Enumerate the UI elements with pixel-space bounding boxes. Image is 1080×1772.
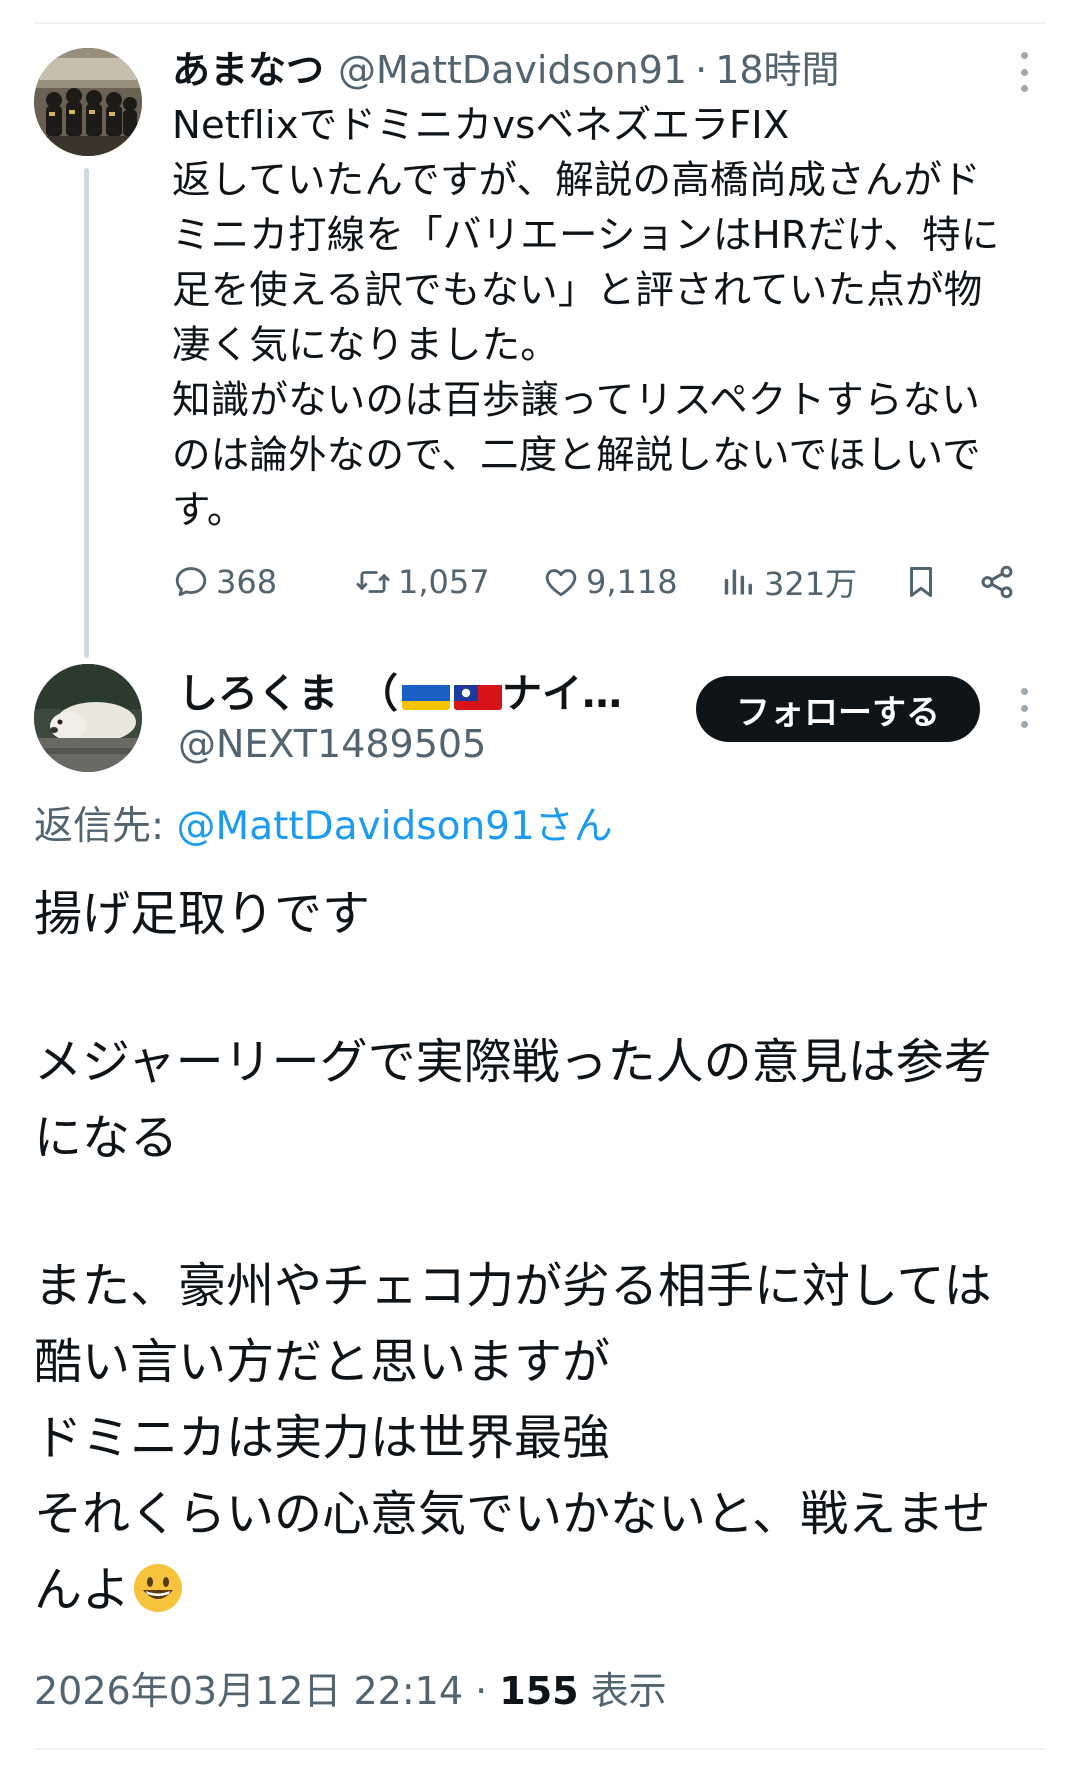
tweet2-body-line: 揚げ足取りです xyxy=(34,886,371,942)
like-button[interactable]: 9,118 xyxy=(542,560,678,604)
tweet2-avatar[interactable] xyxy=(34,664,142,772)
tweet2-handle[interactable]: @NEXT1489505 xyxy=(178,720,486,768)
meta-separator: · xyxy=(463,1669,500,1713)
taiwan-flag-icon xyxy=(454,678,502,710)
tweet2-timestamp[interactable]: 2026年03月12日 22:14 xyxy=(34,1669,463,1713)
tweet2-views-label: 表示 xyxy=(578,1669,667,1713)
reply-icon xyxy=(175,567,207,597)
tweet2-body-line: また、豪州やチェコ力が劣る相手に対しては xyxy=(34,1258,992,1314)
bookmark-button[interactable] xyxy=(902,560,946,604)
tweet1-avatar-image xyxy=(34,48,142,156)
retweet-count: 1,057 xyxy=(398,563,490,601)
reply-to-handle-link[interactable]: @MattDavidson91さん xyxy=(177,804,613,849)
tweet1-header-separator: · xyxy=(695,48,708,92)
tweet2-display-name[interactable]: しろくま （ ナイ… xyxy=(178,668,622,720)
tweet2-display-name-suffix: ナイ… xyxy=(502,671,622,717)
tweet1-body-line: 足を使える訳でもない」と評されていた点が物 xyxy=(172,268,983,313)
tweet1-body-line: 知識がないのは百歩譲ってリスペクトすらない xyxy=(172,378,981,423)
tweet1-body-line: NetflixでドミニカvsベネズエラFIX xyxy=(172,103,790,148)
tweet2-body-line: メジャーリーグで実際戦った人の意見は参考 xyxy=(34,1034,992,1090)
tweet1-body-line: 凄く気になりました。 xyxy=(172,323,560,368)
tweet1-body-line: のは論外なので、二度と解説しないでほしいで xyxy=(172,433,981,478)
tweet2-blank-line xyxy=(34,952,1054,1024)
tweet2-body-line: 酷い言い方だと思いますが xyxy=(34,1334,611,1390)
tweet2-body-line-text: んよ xyxy=(34,1562,131,1618)
more-vertical-icon[interactable] xyxy=(1018,52,1030,92)
tweet1-body-line: す。 xyxy=(172,488,246,533)
view-count: 321万 xyxy=(764,565,858,603)
retweet-icon xyxy=(356,571,390,593)
follow-button[interactable]: フォローする xyxy=(696,676,980,742)
retweet-button[interactable]: 1,057 xyxy=(354,560,490,604)
tweet1-action-bar: 368 1,057 9,118 321万 xyxy=(172,560,1032,604)
tweet-thread-page: あまなつ @MattDavidson91 · 18時間 Netflixでドミニカ… xyxy=(0,0,1080,1772)
tweet2-meta: 2026年03月12日 22:14 · 155 表示 xyxy=(34,1666,667,1716)
tweet1-timestamp[interactable]: 18時間 xyxy=(715,44,839,96)
tweet1-avatar[interactable] xyxy=(34,48,142,156)
thread-connector-line xyxy=(84,168,89,658)
tweet2-views-count: 155 xyxy=(499,1669,579,1713)
tweet1-display-name[interactable]: あまなつ xyxy=(172,44,324,96)
tweet2-display-name-text: しろくま （ xyxy=(178,671,398,717)
views-button[interactable]: 321万 xyxy=(720,560,857,604)
tweet1-body-line: 返していたんですが、解説の高橋尚成さんがド xyxy=(172,158,981,203)
views-bar-icon xyxy=(724,569,752,595)
reply-count: 368 xyxy=(216,563,278,601)
tweet2-body: 揚げ足取りです メジャーリーグで実際戦った人の意見は参考 になる また、豪州やチ… xyxy=(34,876,1054,1628)
top-divider xyxy=(34,22,1046,24)
tweet1-handle[interactable]: @MattDavidson91 xyxy=(338,44,687,96)
reply-button[interactable]: 368 xyxy=(172,560,277,604)
tweet1-body-line: ミニカ打線を「バリエーションはHRだけ、特に xyxy=(172,213,1000,258)
tweet2-body-line: になる xyxy=(34,1110,179,1166)
tweet2-body-line: それくらいの心意気でいかないと、戦えませ xyxy=(34,1486,991,1542)
bookmark-icon xyxy=(909,567,933,597)
more-vertical-icon[interactable] xyxy=(1018,688,1030,728)
reply-to-line: 返信先: @MattDavidson91さん xyxy=(34,802,613,852)
tweet2-blank-line xyxy=(34,1176,1054,1248)
tweet1-header: あまなつ @MattDavidson91 · 18時間 xyxy=(172,44,840,96)
share-button[interactable] xyxy=(978,560,1022,604)
bottom-divider xyxy=(34,1748,1046,1750)
tweet2-body-last-line: んよ xyxy=(34,1552,1054,1628)
reply-to-label: 返信先: xyxy=(34,804,177,849)
heart-icon xyxy=(545,569,577,597)
tweet2-body-line: ドミニカは実力は世界最強 xyxy=(34,1410,611,1466)
grinning-face-emoji-icon xyxy=(132,1560,184,1612)
polar-bear-avatar-image xyxy=(34,664,142,772)
share-icon xyxy=(981,565,1013,599)
tweet1-body: NetflixでドミニカvsベネズエラFIX 返していたんですが、解説の高橋尚成… xyxy=(172,98,1052,538)
like-count: 9,118 xyxy=(586,563,678,601)
ukraine-flag-icon xyxy=(402,678,450,710)
